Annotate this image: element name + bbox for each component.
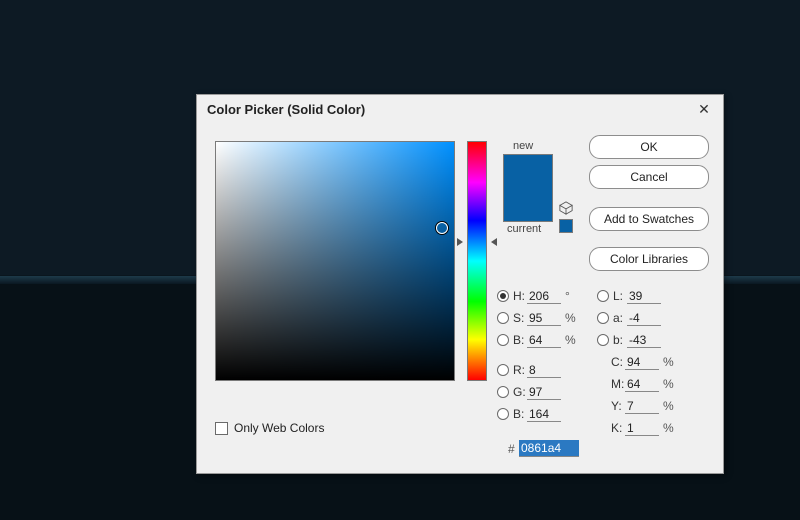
- hue-row: H: °: [497, 287, 579, 305]
- blue-row: B:: [497, 405, 561, 423]
- magenta-unit: %: [663, 377, 677, 391]
- green-input[interactable]: [527, 385, 561, 400]
- green-radio[interactable]: [497, 386, 509, 398]
- hue-slider[interactable]: [467, 141, 487, 381]
- cyan-label: C:: [611, 355, 625, 369]
- brightness-unit: %: [565, 333, 579, 347]
- hue-input[interactable]: [527, 289, 561, 304]
- new-color-swatch: [504, 155, 552, 188]
- color-libraries-button[interactable]: Color Libraries: [589, 247, 709, 271]
- lab-l-row: L:: [597, 287, 661, 305]
- cancel-label: Cancel: [630, 170, 667, 184]
- cyan-unit: %: [663, 355, 677, 369]
- brightness-input[interactable]: [527, 333, 561, 348]
- lab-b-row: b:: [597, 331, 661, 349]
- cyan-input[interactable]: [625, 355, 659, 370]
- black-unit: %: [663, 421, 677, 435]
- color-picker-dialog: Color Picker (Solid Color) ✕ new current…: [196, 94, 724, 474]
- blue-radio[interactable]: [497, 408, 509, 420]
- saturation-label: S:: [513, 311, 527, 325]
- red-radio[interactable]: [497, 364, 509, 376]
- lab-l-label: L:: [613, 289, 627, 303]
- add-swatches-label: Add to Swatches: [604, 212, 694, 226]
- hue-radio[interactable]: [497, 290, 509, 302]
- new-color-label: new: [513, 140, 533, 152]
- yellow-unit: %: [663, 399, 677, 413]
- checkbox-icon: [215, 422, 228, 435]
- hex-hash: #: [508, 442, 515, 456]
- saturation-input[interactable]: [527, 311, 561, 326]
- lab-a-input[interactable]: [627, 311, 661, 326]
- close-icon: ✕: [698, 101, 710, 118]
- color-field-cursor[interactable]: [436, 222, 448, 234]
- lab-b-label: b:: [613, 333, 627, 347]
- red-label: R:: [513, 363, 527, 377]
- yellow-input[interactable]: [625, 399, 659, 414]
- hue-label: H:: [513, 289, 527, 303]
- dialog-titlebar[interactable]: Color Picker (Solid Color) ✕: [197, 95, 723, 123]
- magenta-label: M:: [611, 377, 625, 391]
- magenta-row: M: %: [611, 375, 677, 393]
- color-libraries-label: Color Libraries: [610, 252, 688, 266]
- lab-b-input[interactable]: [627, 333, 661, 348]
- lab-b-radio[interactable]: [597, 334, 609, 346]
- dialog-title: Color Picker (Solid Color): [207, 102, 691, 117]
- cyan-row: C: %: [611, 353, 677, 371]
- lab-l-radio[interactable]: [597, 290, 609, 302]
- blue-label: B:: [513, 407, 527, 421]
- green-label: G:: [513, 385, 527, 399]
- black-input[interactable]: [625, 421, 659, 436]
- only-web-colors-checkbox[interactable]: Only Web Colors: [215, 421, 324, 435]
- ok-button[interactable]: OK: [589, 135, 709, 159]
- add-to-swatches-button[interactable]: Add to Swatches: [589, 207, 709, 231]
- saturation-radio[interactable]: [497, 312, 509, 324]
- black-label: K:: [611, 421, 625, 435]
- only-web-colors-label: Only Web Colors: [234, 421, 324, 435]
- color-field[interactable]: [215, 141, 455, 381]
- hue-unit: °: [565, 289, 579, 303]
- lab-a-radio[interactable]: [597, 312, 609, 324]
- red-input[interactable]: [527, 363, 561, 378]
- hex-input[interactable]: [519, 440, 579, 457]
- ok-label: OK: [640, 140, 657, 154]
- magenta-input[interactable]: [625, 377, 659, 392]
- lab-a-row: a:: [597, 309, 661, 327]
- yellow-row: Y: %: [611, 397, 677, 415]
- cancel-button[interactable]: Cancel: [589, 165, 709, 189]
- blue-input[interactable]: [527, 407, 561, 422]
- yellow-label: Y:: [611, 399, 625, 413]
- out-of-gamut-swatch[interactable]: [559, 219, 573, 233]
- current-color-label: current: [507, 223, 541, 235]
- lab-l-input[interactable]: [627, 289, 661, 304]
- red-row: R:: [497, 361, 561, 379]
- cube-icon: [559, 201, 573, 215]
- green-row: G:: [497, 383, 561, 401]
- close-button[interactable]: ✕: [691, 99, 717, 119]
- brightness-radio[interactable]: [497, 334, 509, 346]
- current-color-swatch[interactable]: [504, 188, 552, 221]
- color-preview-swatch: [503, 154, 553, 222]
- brightness-label: B:: [513, 333, 527, 347]
- saturation-row: S: %: [497, 309, 579, 327]
- black-row: K: %: [611, 419, 677, 437]
- lab-a-label: a:: [613, 311, 627, 325]
- brightness-row: B: %: [497, 331, 579, 349]
- saturation-unit: %: [565, 311, 579, 325]
